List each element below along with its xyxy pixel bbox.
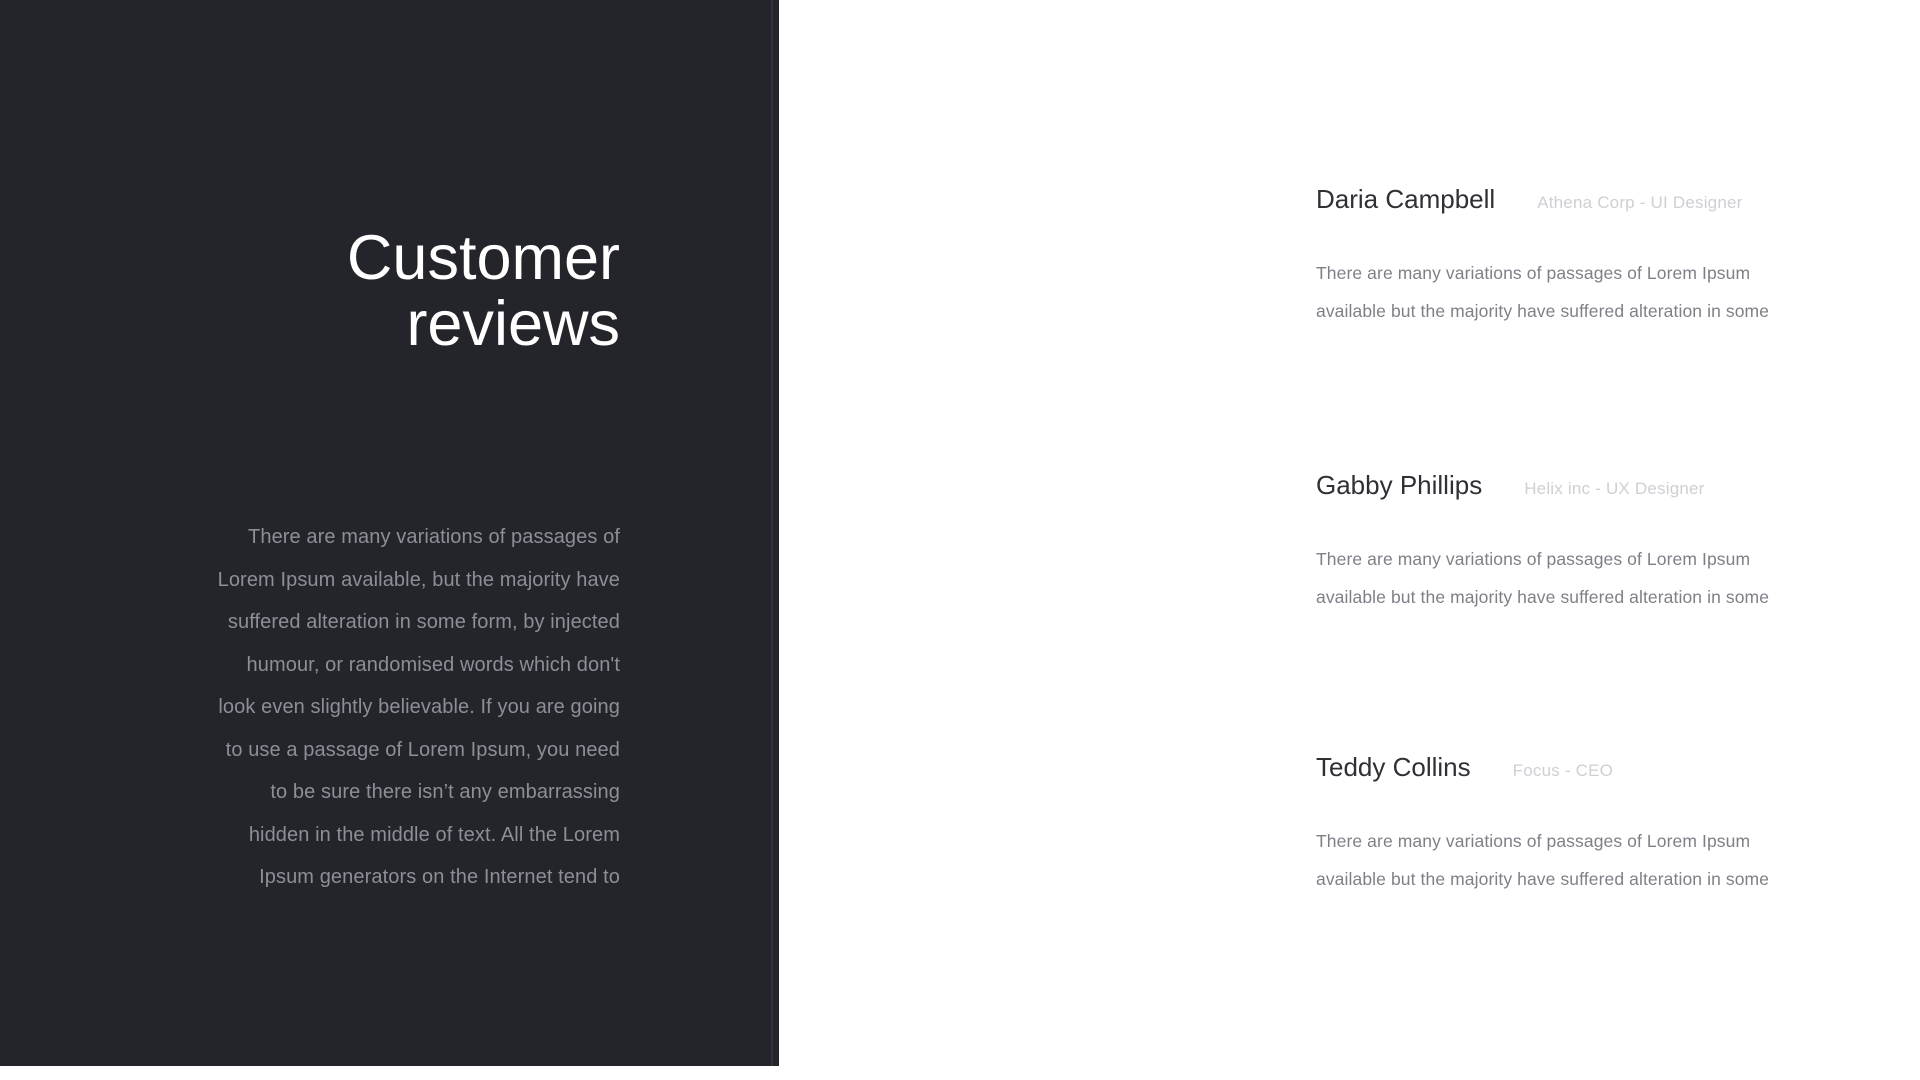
- review-body-line: available but the majority have suffered…: [1316, 869, 1770, 889]
- intro-line: to use a passage of Lorem Ipsum, you nee…: [225, 738, 620, 761]
- reviewer-name: Gabby Phillips: [1316, 470, 1483, 500]
- review-body-line: There are many variations of passages of…: [1316, 831, 1751, 851]
- review-item: Daria Campbell Athena Corp - UI Designer…: [1316, 182, 1876, 330]
- intro-line: look even slightly believable. If you ar…: [218, 696, 620, 718]
- review-body: There are many variations of passages of…: [1316, 254, 1876, 330]
- left-panel-content: Customer reviews There are many variatio…: [0, 0, 620, 1066]
- review-item: Teddy Collins Focus - CEO There are many…: [1316, 750, 1876, 898]
- review-body-line: available but the majority have suffered…: [1316, 301, 1770, 321]
- intro-line: to be sure there isn’t any embarrassing: [270, 781, 620, 803]
- intro-line: There are many variations of passages of: [248, 526, 620, 548]
- reviewer-role: Helix inc - UX Designer: [1524, 479, 1705, 498]
- review-header: Teddy Collins Focus - CEO: [1316, 750, 1876, 784]
- review-body-line: There are many variations of passages of…: [1316, 263, 1751, 283]
- review-header: Daria Campbell Athena Corp - UI Designer: [1316, 182, 1876, 216]
- review-body-line: There are many variations of passages of…: [1316, 549, 1751, 569]
- intro-line: suffered alteration in some form, by inj…: [227, 611, 620, 633]
- reviews-column: Daria Campbell Athena Corp - UI Designer…: [1316, 0, 1876, 1080]
- customer-reviews-slide: Customer reviews There are many variatio…: [0, 0, 1920, 1080]
- reviewer-role: Athena Corp - UI Designer: [1537, 193, 1743, 212]
- reviewer-role: Focus - CEO: [1512, 761, 1614, 780]
- review-body: There are many variations of passages of…: [1316, 822, 1876, 898]
- reviewer-name: Teddy Collins: [1316, 752, 1471, 782]
- intro-line: hidden in the middle of text. All the Lo…: [248, 823, 620, 846]
- review-header: Gabby Phillips Helix inc - UX Designer: [1316, 468, 1876, 502]
- review-body: There are many variations of passages of…: [1316, 540, 1876, 616]
- intro-line: Ipsum generators on the Internet tend to: [259, 866, 620, 888]
- review-item: Gabby Phillips Helix inc - UX Designer T…: [1316, 468, 1876, 616]
- page-title-line-2: reviews: [406, 289, 620, 359]
- intro-line: Lorem Ipsum available, but the majority …: [217, 568, 620, 591]
- intro-paragraph: There are many variations of passages of…: [0, 516, 620, 899]
- reviewer-name: Daria Campbell: [1316, 184, 1496, 214]
- page-title: Customer reviews: [0, 225, 620, 357]
- left-dark-panel: Customer reviews There are many variatio…: [0, 0, 779, 1066]
- panel-edge-divider: [771, 0, 773, 1066]
- intro-line: humour, or randomised words which don't: [246, 653, 620, 676]
- review-body-line: available but the majority have suffered…: [1316, 587, 1770, 607]
- page-title-line-1: Customer: [346, 223, 620, 293]
